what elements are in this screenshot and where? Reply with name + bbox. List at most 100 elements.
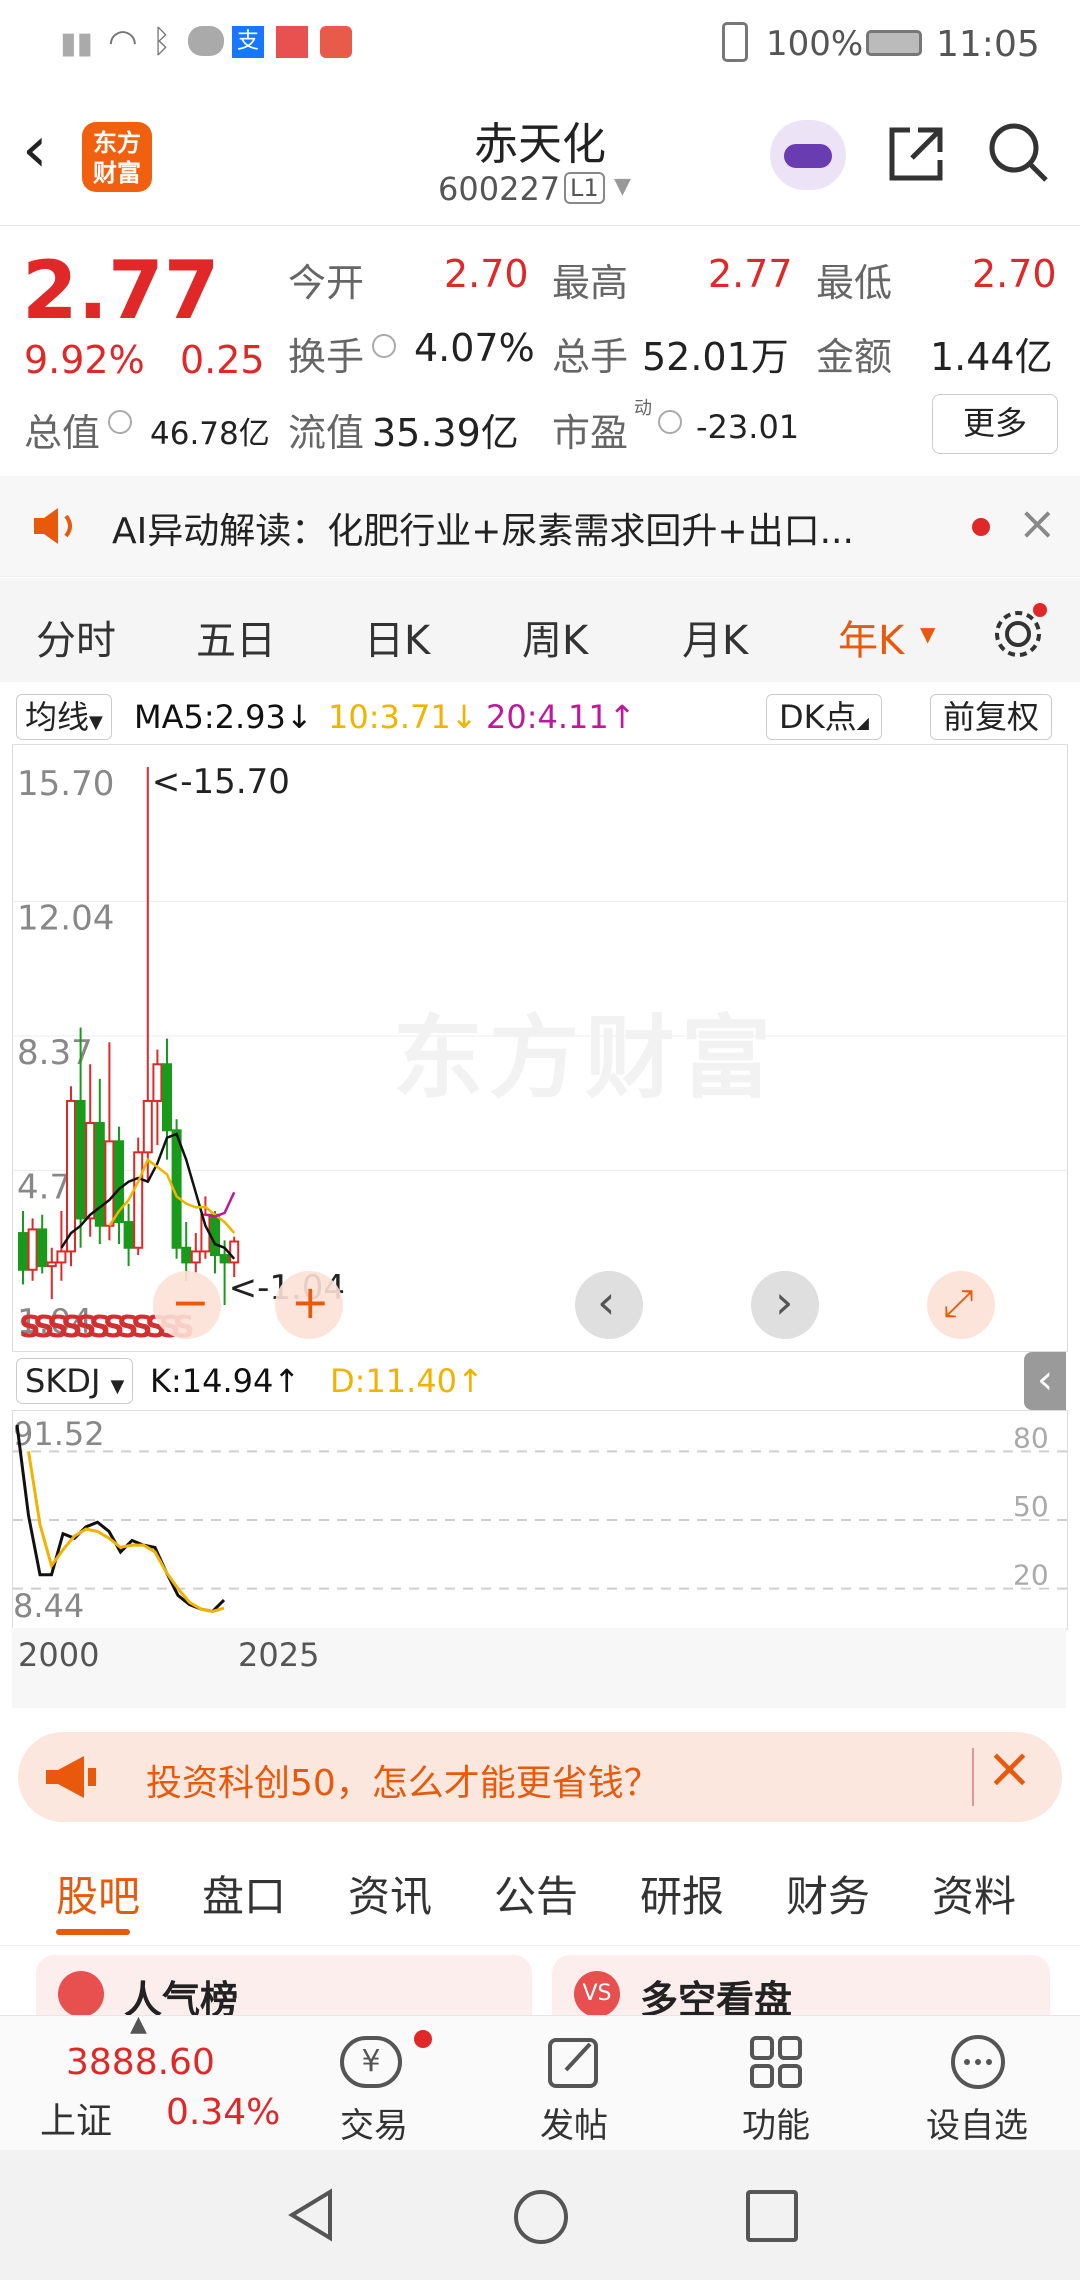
tab-five-day[interactable]: 五日 xyxy=(196,608,276,666)
ma20-label: 20:4.11↑ xyxy=(486,698,636,736)
ma5-label: MA5:2.93↓ xyxy=(134,698,313,736)
recents-square-icon[interactable] xyxy=(746,2190,798,2242)
settings-gear-icon[interactable] xyxy=(990,602,1050,662)
change-amount: 0.25 xyxy=(180,338,265,382)
back-triangle-icon[interactable] xyxy=(286,2188,336,2242)
stock-header: ‹ 东方 财富 赤天化 600227 L1 ▼ xyxy=(0,90,1080,226)
adjust-button[interactable]: 前复权 xyxy=(930,694,1053,740)
tab-yearly-k[interactable]: 年K xyxy=(838,608,904,666)
skdj-chart[interactable]: 80 50 20 91.52 8.44 xyxy=(12,1410,1068,1630)
candle-body xyxy=(85,1121,96,1220)
add-watchlist-icon[interactable] xyxy=(948,2032,1008,2092)
index-change[interactable]: 0.34% xyxy=(166,2092,280,2133)
ma-line-ma20 xyxy=(205,1191,236,1218)
tab-news[interactable]: 资讯 xyxy=(348,1863,432,1924)
more-button[interactable]: 更多 xyxy=(932,394,1058,454)
market-cap-label: 总值 xyxy=(24,411,101,455)
bull-bear-card[interactable]: VS 多空看盘 xyxy=(552,1955,1050,2015)
sub-indicator-dropdown[interactable]: SKDJ ▼ xyxy=(16,1358,134,1404)
watchlist-label[interactable]: 设自选 xyxy=(926,2098,1028,2147)
minus-zoom-button[interactable]: − xyxy=(153,1271,221,1339)
system-nav-bar xyxy=(0,2150,1080,2280)
dk-point-label: DK点 xyxy=(779,698,857,736)
right-y-tick-label: 20 xyxy=(1013,1559,1049,1592)
scroll-right-button[interactable]: › xyxy=(751,1271,819,1339)
candle-body xyxy=(210,1213,220,1257)
scroll-left-button[interactable]: ‹ xyxy=(575,1271,643,1339)
index-name[interactable]: 上证 xyxy=(40,2092,112,2144)
tab-monthly-k[interactable]: 月K xyxy=(682,608,748,666)
functions-grid-icon[interactable] xyxy=(748,2034,804,2090)
low-label: 最低 xyxy=(816,261,893,305)
level-badge[interactable]: L1 xyxy=(564,172,605,204)
skdj-d-value: D:11.40 xyxy=(330,1362,458,1400)
battery-icon xyxy=(866,30,922,56)
tab-weekly-k[interactable]: 周K xyxy=(522,608,588,666)
trade-icon[interactable]: ¥ xyxy=(340,2036,402,2088)
popularity-card[interactable]: 人气榜 xyxy=(36,1955,532,2015)
ai-interpretation-bar[interactable]: AI异动解读：化肥行业+尿素需求回升+出口... × xyxy=(0,476,1080,577)
pe-value: -23.01 xyxy=(696,408,800,446)
ai-robot-icon[interactable] xyxy=(770,120,846,190)
time-axis: 2000 2025 xyxy=(12,1628,1066,1708)
candle-body xyxy=(142,1099,153,1154)
tab-research[interactable]: 研报 xyxy=(640,1863,724,1924)
tab-daily-k[interactable]: 日K xyxy=(364,608,430,666)
dk-point-button[interactable]: DK点◢ xyxy=(766,694,882,740)
tab-profile[interactable]: 资料 xyxy=(932,1863,1016,1924)
battery-percent: 100% xyxy=(766,24,864,64)
tab-guba[interactable]: 股吧 xyxy=(56,1863,140,1924)
signal-icon: ▮▮ xyxy=(60,26,94,61)
fullscreen-button[interactable]: ⤢ xyxy=(927,1271,995,1339)
ma10-value: 10:3.71 xyxy=(328,698,451,736)
share-icon[interactable] xyxy=(884,122,948,186)
turnover-value: 4.07% xyxy=(414,326,535,370)
high-label: 最高 xyxy=(552,261,629,305)
close-icon[interactable]: × xyxy=(986,1736,1033,1801)
info-icon[interactable] xyxy=(108,410,132,434)
chevron-down-icon[interactable]: ▼ xyxy=(614,174,631,199)
divider xyxy=(972,1748,974,1806)
left-y-tick-label: 91.52 xyxy=(13,1415,105,1453)
float-cap-label: 流值 xyxy=(288,411,365,455)
info-icon[interactable] xyxy=(372,334,396,358)
change-percent: 9.92% xyxy=(24,338,145,382)
post-label[interactable]: 发帖 xyxy=(540,2098,608,2147)
search-icon[interactable] xyxy=(986,120,1052,186)
vibrate-icon xyxy=(722,22,748,62)
skdj-k-label: K:14.94↑ xyxy=(150,1362,301,1400)
amount-label: 金额 xyxy=(816,335,893,379)
skdj-chart-svg: 80 50 20 91.52 8.44 xyxy=(13,1415,1067,1625)
expand-up-icon[interactable]: ▲ xyxy=(130,2012,147,2037)
compose-post-icon[interactable] xyxy=(546,2034,602,2090)
trade-badge-dot xyxy=(414,2030,432,2048)
skdj-k-value: K:14.94 xyxy=(150,1362,274,1400)
promo-banner[interactable]: 投资科创50，怎么才能更省钱？ × xyxy=(18,1732,1062,1822)
candle-body xyxy=(190,1250,201,1264)
kline-chart[interactable]: 15.7012.048.374.711.04<-15.70<-1.04SSSSS… xyxy=(12,744,1068,1352)
x-tick-end: 2025 xyxy=(238,1636,320,1674)
open-label: 今开 xyxy=(288,261,365,305)
high-value: 2.77 xyxy=(708,252,793,296)
index-value[interactable]: 3888.60 xyxy=(66,2042,215,2083)
vs-icon: VS xyxy=(574,1971,620,2015)
tab-order-book[interactable]: 盘口 xyxy=(202,1863,286,1924)
candle-body xyxy=(56,1250,67,1264)
dropdown-arrow-icon[interactable]: ▼ xyxy=(920,622,935,646)
home-circle-icon[interactable] xyxy=(514,2190,568,2244)
functions-label[interactable]: 功能 xyxy=(742,2098,810,2147)
info-icon[interactable] xyxy=(658,410,682,434)
y-tick-label: 12.04 xyxy=(17,898,114,938)
indicator-dropdown[interactable]: 均线▼ xyxy=(16,694,112,740)
collapse-panel-button[interactable]: ‹ xyxy=(1024,1352,1066,1410)
low-value: 2.70 xyxy=(972,252,1057,296)
trade-label[interactable]: 交易 xyxy=(340,2098,408,2147)
tab-announcements[interactable]: 公告 xyxy=(494,1863,578,1924)
bull-bear-card-title: 多空看盘 xyxy=(640,1978,793,2015)
close-icon[interactable]: × xyxy=(1018,496,1057,550)
wifi-icon: ◠ xyxy=(108,22,138,62)
tab-intraday[interactable]: 分时 xyxy=(36,608,116,666)
tab-finance[interactable]: 财务 xyxy=(786,1863,870,1924)
plus-zoom-button[interactable]: + xyxy=(275,1271,343,1339)
high-annotation: <-15.70 xyxy=(152,762,290,802)
